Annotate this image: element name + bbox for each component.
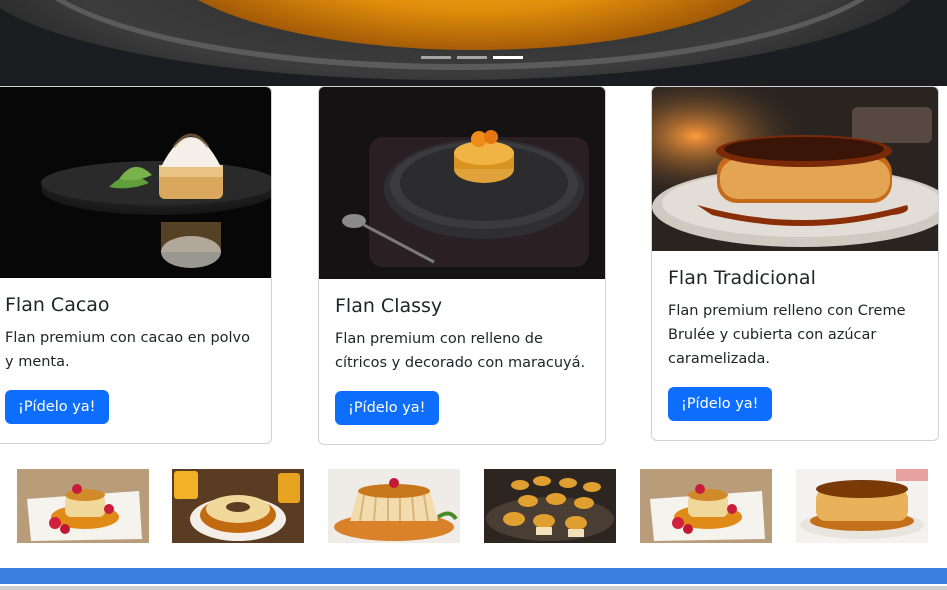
order-button-classy[interactable]: ¡Pídelo ya! <box>335 391 439 425</box>
card-body-tradicional: Flan Tradicional Flan premium relleno co… <box>652 251 938 421</box>
order-button-tradicional[interactable]: ¡Pídelo ya! <box>668 387 772 421</box>
card-title: Flan Tradicional <box>668 267 816 289</box>
card-image-tradicional <box>652 87 938 251</box>
card-text: Flan premium con cacao en polvo y menta. <box>5 330 251 370</box>
carousel-indicator-3[interactable] <box>493 56 523 59</box>
flan-tradicional-image <box>652 87 938 251</box>
card-body-cacao: Flan Cacao Flan premium con cacao en pol… <box>0 278 271 424</box>
thumbnail-image <box>17 469 149 543</box>
product-card-classy: Flan Classy Flan premium con relleno de … <box>318 86 606 445</box>
product-card-cacao: Flan Cacao Flan premium con cacao en pol… <box>0 86 272 444</box>
gallery-thumbnail-3[interactable] <box>328 469 460 543</box>
flan-classy-image <box>342 130 589 267</box>
card-body-classy: Flan Classy Flan premium con relleno de … <box>319 279 605 425</box>
hero-carousel[interactable] <box>0 0 947 86</box>
carousel-indicator-2[interactable] <box>457 56 487 59</box>
carousel-indicator-1[interactable] <box>421 56 451 59</box>
gallery-thumbnail-4[interactable] <box>484 469 616 543</box>
card-text: Flan premium con relleno de cítricos y d… <box>335 331 586 371</box>
card-image-classy <box>319 87 605 279</box>
gallery-thumbnail-5[interactable] <box>640 469 772 543</box>
thumbnail-image <box>484 469 616 543</box>
thumbnail-image <box>328 469 460 543</box>
card-title: Flan Classy <box>335 295 443 317</box>
gallery-thumbnail-2[interactable] <box>172 469 304 543</box>
card-image-cacao <box>0 87 271 278</box>
footer-bar <box>0 568 947 584</box>
flan-cacao-image <box>41 133 271 268</box>
product-card-tradicional: Flan Tradicional Flan premium relleno co… <box>651 86 939 441</box>
footer-divider <box>0 586 947 590</box>
gallery-thumbnail-6[interactable] <box>796 469 928 543</box>
thumbnail-image <box>172 469 304 543</box>
card-text: Flan premium relleno con Creme Brulée y … <box>668 303 906 367</box>
order-button-cacao[interactable]: ¡Pídelo ya! <box>5 390 109 424</box>
gallery-thumbnail-1[interactable] <box>17 469 149 543</box>
thumbnail-image <box>796 469 928 543</box>
carousel-indicators <box>421 56 523 59</box>
thumbnail-image <box>640 469 772 543</box>
card-title: Flan Cacao <box>5 294 110 316</box>
